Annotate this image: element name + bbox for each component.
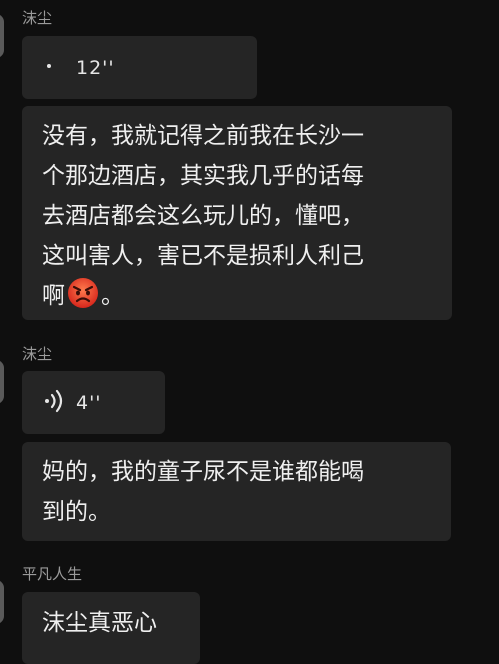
text-message[interactable]: 妈的，我的童子尿不是谁都能喝 到的。 xyxy=(22,442,451,541)
message-line: 个那边酒店，其实我几乎的话每 xyxy=(42,163,364,189)
message-line: 妈的，我的童子尿不是谁都能喝 xyxy=(42,459,364,485)
angry-face-emoji-icon xyxy=(67,277,99,309)
message-line: 没有，我就记得之前我在长沙一 xyxy=(42,123,364,149)
sender-name: 平凡人生 xyxy=(22,565,83,583)
voice-duration: 4'' xyxy=(76,391,102,414)
message-line: 去酒店都会这么玩儿的，懂吧， xyxy=(42,203,364,229)
sender-name: 沫尘 xyxy=(22,9,53,27)
avatar[interactable] xyxy=(0,580,4,624)
message-text: 。 xyxy=(101,283,124,309)
voice-wave-icon xyxy=(44,389,66,417)
avatar[interactable] xyxy=(0,14,4,58)
message-line: 沫尘真恶心 xyxy=(42,610,157,636)
message-text: 啊 xyxy=(42,283,65,309)
voice-wave-icon xyxy=(46,56,60,80)
voice-message[interactable]: 12'' xyxy=(22,36,257,99)
message-line: 到的。 xyxy=(42,499,111,525)
text-message[interactable]: 没有，我就记得之前我在长沙一 个那边酒店，其实我几乎的话每 去酒店都会这么玩儿的… xyxy=(22,106,452,320)
voice-message[interactable]: 4'' xyxy=(22,371,165,434)
avatar[interactable] xyxy=(0,360,4,404)
message-line: 这叫害人，害已不是损利人利己 xyxy=(42,243,364,269)
sender-name: 沫尘 xyxy=(22,345,53,363)
voice-duration: 12'' xyxy=(76,56,115,79)
message-line-last: 啊 。 xyxy=(42,276,434,316)
text-message[interactable]: 沫尘真恶心 xyxy=(22,592,200,664)
